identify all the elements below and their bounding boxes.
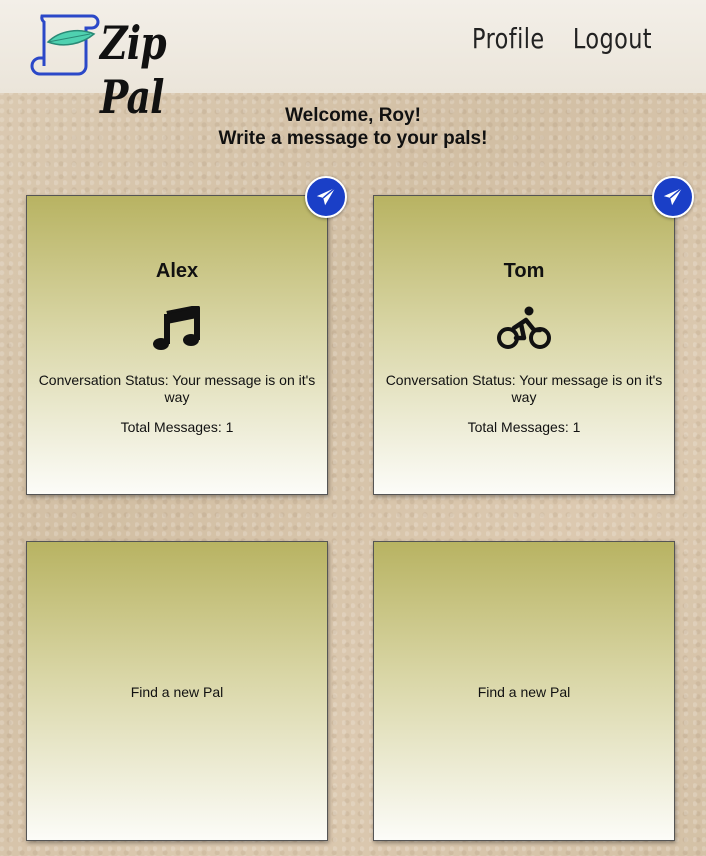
send-message-button[interactable]	[305, 176, 347, 218]
pal-card[interactable]: Alex Conversation Status: Your message i…	[26, 195, 328, 495]
paper-plane-icon	[316, 187, 336, 206]
find-new-pal-card[interactable]: Find a new Pal	[373, 541, 675, 841]
pal-name: Alex	[155, 260, 199, 282]
welcome-message: Welcome, Roy! Write a message to your pa…	[0, 104, 706, 150]
top-nav: Profile Logout	[463, 22, 662, 55]
header: Zip Pal Profile Logout	[0, 0, 706, 124]
pal-card[interactable]: Tom Conversation Status: Your message is…	[373, 195, 675, 495]
find-new-pal-label: Find a new Pal	[130, 684, 224, 700]
welcome-greeting: Welcome, Roy!	[285, 105, 421, 126]
find-new-pal-label: Find a new Pal	[477, 684, 571, 700]
send-message-button[interactable]	[652, 176, 694, 218]
total-messages: Total Messages: 1	[467, 419, 581, 435]
total-messages: Total Messages: 1	[120, 419, 234, 435]
pal-name: Tom	[503, 260, 545, 282]
conversation-status: Conversation Status: Your message is on …	[385, 372, 663, 405]
find-new-pal-card[interactable]: Find a new Pal	[26, 541, 328, 841]
paper-plane-icon	[663, 187, 683, 206]
welcome-subtitle: Write a message to your pals!	[218, 128, 488, 149]
logout-link[interactable]: Logout	[573, 22, 652, 55]
cyclist-icon	[374, 306, 674, 352]
music-note-icon	[27, 306, 327, 352]
conversation-status: Conversation Status: Your message is on …	[38, 372, 316, 405]
profile-link[interactable]: Profile	[472, 22, 544, 55]
scroll-feather-icon	[30, 14, 100, 76]
logo[interactable]: Zip Pal	[30, 10, 210, 124]
